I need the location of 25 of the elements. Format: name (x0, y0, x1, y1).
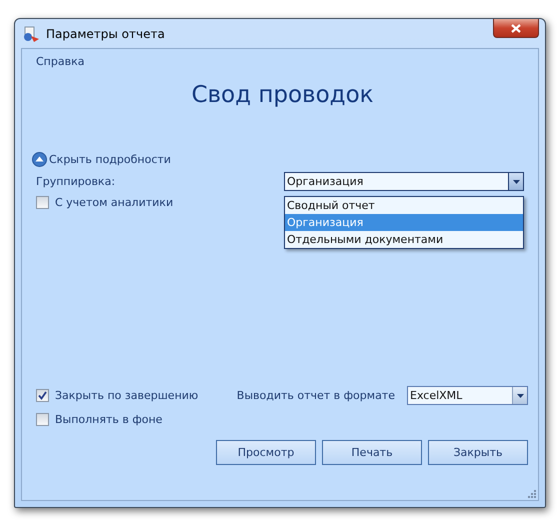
resize-grip-icon[interactable] (527, 489, 536, 498)
dropdown-option[interactable]: Отдельными документами (285, 231, 523, 248)
window-title: Параметры отчета (46, 26, 165, 40)
dialog-button[interactable]: Печать (322, 440, 422, 465)
field-label: Выводить отчет в формате (236, 389, 395, 402)
report-heading: Свод проводок (190, 82, 375, 108)
dropdown-option[interactable]: Сводный отчет (285, 197, 523, 214)
grouping-dropdown[interactable]: Организация (284, 172, 524, 191)
checkbox[interactable] (36, 389, 49, 402)
checkbox-label[interactable]: Закрыть по завершению (55, 389, 198, 402)
close-icon (511, 24, 521, 32)
checkbox-label[interactable]: Выполнять в фоне (55, 413, 162, 426)
hide-details-link[interactable]: Скрыть подробности (32, 152, 171, 167)
close-button[interactable] (493, 19, 539, 38)
app-icon (22, 26, 40, 42)
checkbox[interactable] (36, 196, 49, 209)
dialog-button[interactable]: Закрыть (428, 440, 528, 465)
menu-item[interactable]: Справка (36, 55, 84, 68)
dialog-button[interactable]: Просмотр (216, 440, 316, 465)
checkbox[interactable] (36, 413, 49, 426)
checkbox-label[interactable]: С учетом аналитики (55, 196, 174, 209)
dropdown-arrow-icon (516, 394, 524, 398)
dropdown-arrow-icon (512, 180, 520, 184)
field-label: Группировка: (36, 175, 116, 188)
format-dropdown[interactable]: ExcelXML (407, 386, 528, 405)
